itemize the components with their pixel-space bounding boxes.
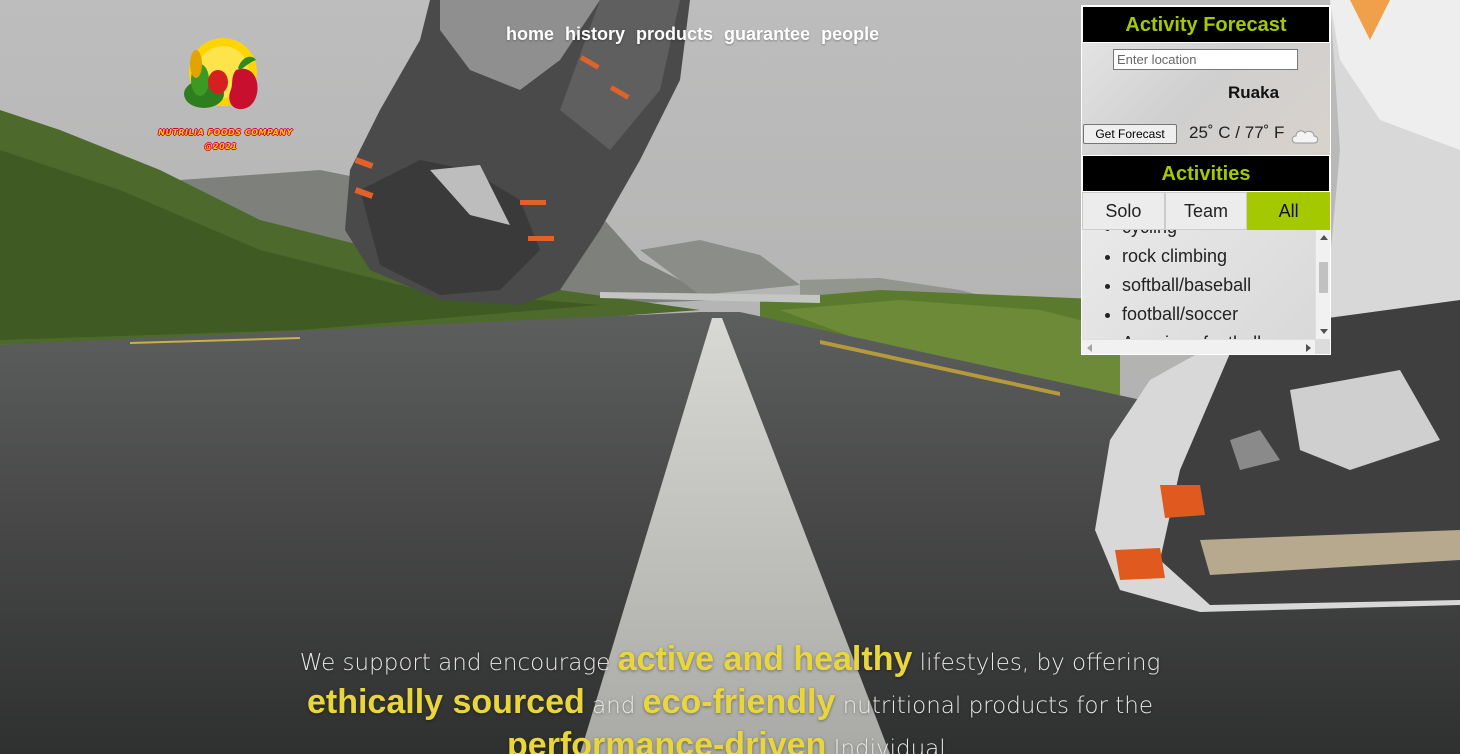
list-item: rock climbing — [1122, 242, 1316, 271]
activity-tabs: Solo Team All — [1082, 192, 1331, 230]
tagline-text: and — [584, 693, 643, 719]
tagline-text: nutritional products for the — [835, 693, 1154, 719]
tab-solo[interactable]: Solo — [1082, 192, 1165, 230]
nav-guarantee[interactable]: guarantee — [724, 24, 810, 45]
main-nav: home history products guarantee people — [506, 24, 879, 45]
list-item: cycling — [1122, 230, 1316, 242]
list-item: softball/baseball — [1122, 271, 1316, 300]
forecast-panel: Ruaka Get Forecast 25˚ C / 77˚ F — [1082, 43, 1330, 155]
company-logo[interactable]: NUTRILIA FOODS COMPANY @2021 — [148, 34, 303, 156]
cloud-icon — [1291, 130, 1319, 144]
list-item: football/soccer — [1122, 300, 1316, 329]
tab-all[interactable]: All — [1247, 192, 1331, 230]
tagline-text: We support and encourage — [299, 650, 618, 676]
logo-year: @2021 — [204, 142, 238, 151]
forecast-title: Activity Forecast — [1082, 6, 1330, 43]
scroll-thumb[interactable] — [1319, 262, 1328, 293]
nav-products[interactable]: products — [636, 24, 713, 45]
nav-home[interactable]: home — [506, 24, 554, 45]
activities-list-scroll[interactable]: cycling rock climbing softball/baseball … — [1082, 230, 1330, 354]
tagline-text: lifestyles, by offering — [912, 650, 1161, 676]
tagline-highlight: active and healthy — [617, 640, 913, 678]
scroll-right-icon[interactable] — [1306, 344, 1311, 352]
tagline-highlight: performance-driven — [507, 726, 827, 754]
tagline-highlight: eco-friendly — [642, 683, 836, 721]
activities-title: Activities — [1082, 155, 1330, 192]
vertical-scrollbar[interactable] — [1315, 230, 1330, 339]
hero-tagline: We support and encourage active and heal… — [230, 640, 1230, 754]
scrollbar-corner — [1315, 339, 1330, 354]
get-forecast-button[interactable]: Get Forecast — [1083, 124, 1177, 144]
tagline-highlight: ethically sourced — [306, 683, 585, 721]
tab-team[interactable]: Team — [1164, 192, 1248, 230]
nav-people[interactable]: people — [821, 24, 879, 45]
scroll-up-icon[interactable] — [1320, 235, 1328, 240]
horizontal-scrollbar[interactable] — [1082, 339, 1316, 354]
activities-list: cycling rock climbing softball/baseball … — [1082, 230, 1316, 354]
city-name: Ruaka — [1228, 83, 1280, 102]
logo-text: NUTRILIA FOODS COMPANY — [158, 128, 293, 137]
activity-forecast-widget: Activity Forecast Ruaka Get Forecast 25˚… — [1081, 5, 1331, 355]
scroll-down-icon[interactable] — [1320, 329, 1328, 334]
location-input[interactable] — [1113, 49, 1298, 70]
temperature-readout: 25˚ C / 77˚ F — [1189, 123, 1285, 142]
produce-logo-icon — [184, 38, 258, 110]
scroll-left-icon[interactable] — [1087, 344, 1092, 352]
tagline-text: Individual. — [826, 736, 953, 754]
nav-history[interactable]: history — [565, 24, 625, 45]
